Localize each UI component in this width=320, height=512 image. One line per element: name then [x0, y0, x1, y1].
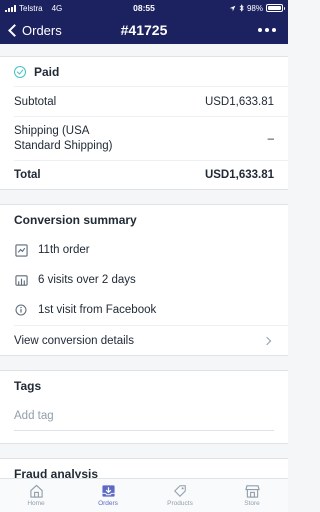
shipping-row: Shipping (USA Standard Shipping) – [14, 117, 288, 161]
carrier-name: Telstra [19, 3, 43, 13]
bluetooth-icon [239, 4, 244, 12]
tab-label: Store [244, 500, 260, 507]
payment-card: Paid Subtotal USD1,633.81 Shipping (USA … [0, 56, 288, 190]
conversion-summary-title: Conversion summary [14, 213, 137, 227]
status-left: Telstra 4G [5, 4, 105, 13]
conversion-item-text: 6 visits over 2 days [38, 274, 136, 286]
tab-bar: Home Orders Products Store [0, 478, 288, 512]
tab-products[interactable]: Products [144, 479, 216, 512]
status-right: 98% [183, 3, 285, 13]
conversion-item-text: 11th order [38, 244, 90, 256]
battery-fill [268, 6, 281, 10]
conversion-item: 6 visits over 2 days [14, 265, 288, 295]
tags-title: Tags [14, 379, 42, 393]
tab-label: Orders [98, 500, 118, 507]
status-time: 08:55 [133, 3, 155, 13]
tag-icon [174, 485, 186, 497]
home-icon [29, 484, 43, 498]
more-dot-icon [258, 28, 262, 32]
shipping-label: Shipping (USA Standard Shipping) [14, 124, 113, 152]
payment-status-row: Paid [14, 57, 288, 87]
more-dot-icon [272, 28, 276, 32]
signal-strength-icon [5, 5, 16, 12]
back-button[interactable]: Orders [0, 23, 90, 38]
top-spacer [0, 44, 288, 56]
subtotal-row: Subtotal USD1,633.81 [14, 87, 288, 117]
conversion-summary-card: Conversion summary 11th order 6 visits o… [0, 204, 288, 356]
conversion-item: 11th order [14, 235, 288, 265]
network-type: 4G [51, 3, 63, 13]
info-icon [14, 303, 28, 317]
conversion-item-text: 1st visit from Facebook [38, 304, 157, 316]
back-label: Orders [22, 22, 62, 38]
view-conversion-details-label: View conversion details [14, 334, 134, 347]
location-icon [229, 5, 236, 11]
conversion-item: 1st visit from Facebook [14, 295, 288, 325]
page-title: #41725 [120, 22, 168, 38]
view-conversion-details-link[interactable]: View conversion details [14, 325, 288, 355]
orders-icon [101, 485, 115, 497]
total-value: USD1,633.81 [204, 169, 274, 181]
fraud-analysis-card: Fraud analysis [0, 458, 288, 478]
total-row: Total USD1,633.81 [14, 161, 288, 189]
more-dot-icon [265, 28, 269, 32]
tab-label: Products [167, 500, 193, 507]
total-label: Total [14, 169, 41, 181]
tags-card: Tags Add tag [0, 370, 288, 444]
tab-store[interactable]: Store [216, 479, 288, 512]
store-icon [244, 485, 260, 498]
payment-status: Paid [34, 64, 60, 79]
visits-icon [14, 273, 28, 287]
battery-percent: 98% [246, 3, 263, 13]
status-bar: Telstra 4G 08:55 98% [0, 0, 288, 16]
tab-home[interactable]: Home [0, 479, 72, 512]
battery-icon [266, 4, 285, 12]
order-rank-icon [14, 243, 28, 257]
fraud-analysis-title: Fraud analysis [14, 467, 99, 478]
tab-label: Home [27, 500, 45, 507]
navigation-bar: Orders #41725 [0, 16, 288, 44]
check-circle-icon [14, 65, 26, 78]
shipping-value: – [267, 132, 274, 145]
order-detail-content[interactable]: Paid Subtotal USD1,633.81 Shipping (USA … [0, 44, 288, 478]
tab-orders[interactable]: Orders [72, 479, 144, 512]
chevron-right-icon [262, 336, 272, 345]
add-tag-input[interactable]: Add tag [14, 401, 274, 431]
chevron-left-icon [8, 23, 21, 37]
subtotal-label: Subtotal [14, 95, 57, 108]
more-options-button[interactable] [198, 28, 288, 32]
subtotal-value: USD1,633.81 [204, 95, 274, 108]
